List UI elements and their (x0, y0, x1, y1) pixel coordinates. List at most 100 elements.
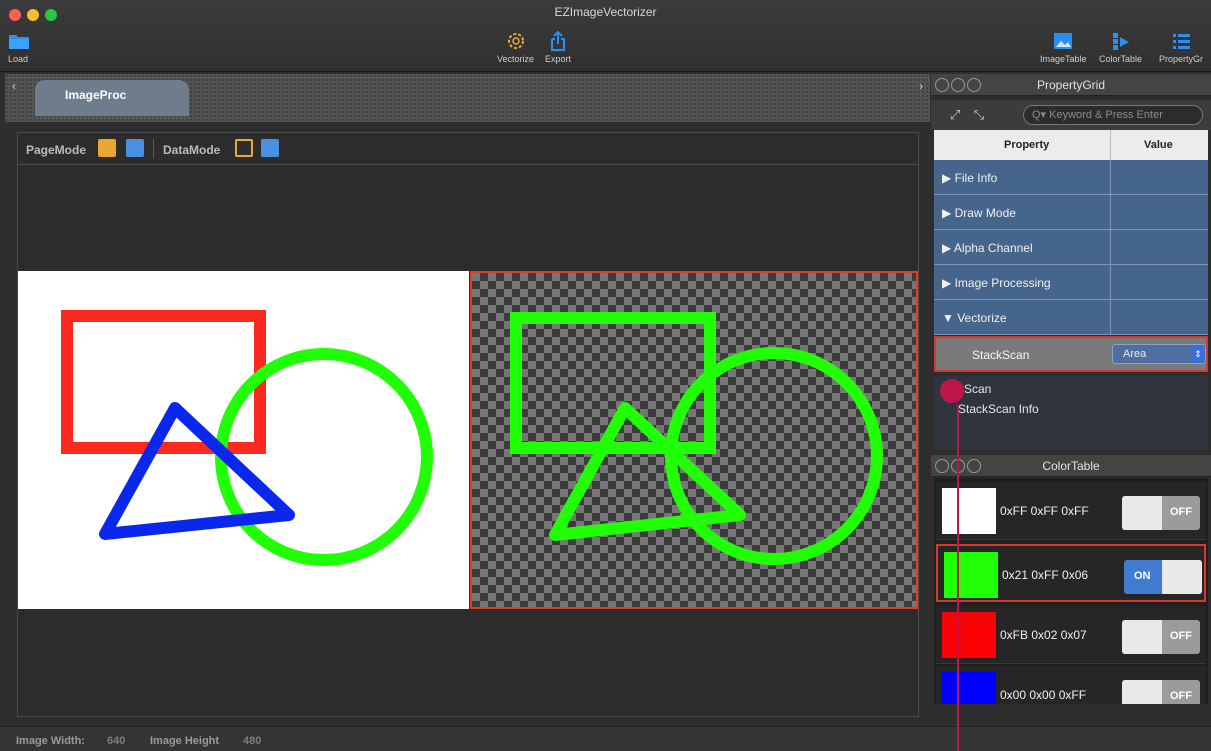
image-icon (1054, 33, 1073, 49)
toggle-knob (1122, 680, 1162, 704)
color-swatch (942, 612, 996, 658)
property-row-label: ▼ Vectorize (942, 311, 1007, 325)
property-row-label: ▶ Alpha Channel (942, 241, 1033, 255)
window-title: EZImageVectorizer (554, 5, 657, 19)
tab-scroll-left-button[interactable]: ‹ (7, 76, 21, 96)
chevron-updown-icon: ⇕ (1191, 345, 1205, 363)
share-icon (551, 30, 565, 51)
property-row-file-info[interactable]: ▶ File Info (934, 160, 1208, 195)
propertygrid-label: PropertyGr (1159, 54, 1204, 64)
toggle-knob (1162, 560, 1202, 594)
color-hex-label: 0x00 0x00 0xFF (1000, 688, 1087, 702)
image-height-label: Image Height (150, 735, 220, 747)
export-label: Export (545, 54, 572, 64)
vectorized-shapes (510, 312, 883, 565)
color-row-white[interactable]: 0xFF 0xFF 0xFF OFF (936, 482, 1206, 540)
color-hex-label: 0xFB 0x02 0x07 (1000, 628, 1087, 642)
imagetable-button[interactable]: ImageTable (1040, 30, 1087, 64)
original-shapes (61, 310, 433, 566)
app-window: EZImageVectorizer Load Vectorize Export … (0, 0, 1211, 751)
tab-scroll-right-button[interactable]: › (914, 76, 928, 96)
color-swatch (942, 488, 996, 534)
color-swatch (944, 552, 998, 598)
vector-data-icon[interactable] (261, 139, 279, 157)
mode-divider (153, 139, 154, 159)
expand-all-icon[interactable]: ⤢ (947, 107, 963, 123)
toggle-knob (1122, 620, 1162, 654)
page-mode-label: PageMode (26, 143, 87, 157)
toggle-state: OFF (1170, 690, 1192, 702)
toggle-state: OFF (1170, 506, 1192, 518)
imagetable-label: ImageTable (1040, 54, 1087, 64)
property-row-label: ▶ File Info (942, 171, 998, 185)
colortable-panel-header: ColorTable (931, 455, 1211, 477)
stackscan-value: Area (1123, 348, 1147, 360)
data-mode-label: DataMode (163, 143, 221, 157)
colortable-title: ColorTable (1042, 459, 1100, 473)
tab-imageproc[interactable]: ImageProc (35, 80, 189, 116)
collapse-all-icon[interactable]: ⤡ (971, 107, 987, 123)
vector-circle (665, 347, 883, 565)
header-divider (1110, 130, 1111, 160)
split-mode-icon[interactable] (126, 139, 144, 157)
property-search-input[interactable]: Q▾ Keyword & Press Enter (1023, 105, 1203, 125)
palette-icon (1112, 33, 1129, 50)
mode-bar: PageMode DataMode (18, 133, 918, 165)
propertygrid-panel-header: PropertyGrid (931, 74, 1211, 96)
vectorize-button[interactable]: Vectorize (497, 30, 534, 64)
row-divider (1110, 160, 1111, 195)
color-toggle[interactable]: OFF (1122, 620, 1200, 654)
panel-window-controls[interactable] (935, 78, 981, 92)
original-image (18, 271, 469, 609)
load-label: Load (8, 54, 29, 64)
color-table-list: 0xFF 0xFF 0xFF OFF 0x21 0xFF 0x06 ON 0xF… (934, 478, 1208, 704)
color-row-red[interactable]: 0xFB 0x02 0x07 OFF (936, 606, 1206, 664)
vectorize-label: Vectorize (497, 54, 535, 64)
property-row-stackscan[interactable]: StackScan Area ⇕ (934, 336, 1208, 372)
property-description: kScan StackScan Info (934, 376, 1208, 450)
color-row-blue[interactable]: 0x00 0x00 0xFF OFF (936, 666, 1206, 704)
row-divider (1110, 300, 1111, 335)
green-circle (215, 348, 433, 566)
toggle-knob (1122, 496, 1162, 530)
pointer-marker (940, 379, 964, 403)
property-row-vectorize[interactable]: ▼ Vectorize (934, 300, 1208, 335)
list-icon (1173, 34, 1190, 49)
portrait-mode-icon[interactable] (98, 139, 116, 157)
color-hex-label: 0x21 0xFF 0x06 (1002, 568, 1089, 582)
image-height-value: 480 (243, 735, 262, 747)
property-grid: Property Value ▶ File Info ▶ Draw Mode ▶… (934, 130, 1208, 374)
propertygrid-title: PropertyGrid (1036, 78, 1106, 92)
color-toggle[interactable]: OFF (1122, 496, 1200, 530)
property-row-label: ▶ Draw Mode (942, 206, 1016, 220)
export-button[interactable]: Export (545, 30, 571, 64)
toggle-state: ON (1134, 570, 1151, 582)
row-divider (1110, 195, 1111, 230)
title-bar: EZImageVectorizer Load Vectorize Export … (0, 0, 1211, 72)
color-hex-label: 0xFF 0xFF 0xFF (1000, 504, 1089, 518)
image-width-value: 640 (107, 735, 126, 747)
toggle-state: OFF (1170, 630, 1192, 642)
vectorized-image (470, 271, 918, 609)
color-swatch (942, 672, 996, 704)
gear-icon (507, 33, 524, 49)
load-button[interactable]: Load (8, 30, 30, 64)
color-toggle[interactable]: ON (1124, 560, 1202, 594)
colortable-label: ColorTable (1099, 54, 1143, 64)
colortable-button[interactable]: ColorTable (1099, 30, 1142, 64)
color-toggle[interactable]: OFF (1122, 680, 1200, 704)
status-bar: Image Width: 640 Image Height 480 (0, 726, 1211, 751)
folder-icon (9, 35, 29, 49)
search-placeholder: Keyword & Press Enter (1049, 109, 1163, 121)
image-data-icon[interactable] (235, 139, 253, 157)
row-divider (1110, 265, 1111, 300)
tab-strip: ‹ ImageProc › (5, 74, 930, 122)
propertygrid-toolbar: ⤢ ⤡ Q▾ Keyword & Press Enter (931, 100, 1211, 130)
search-icon: Q▾ (1032, 109, 1050, 121)
color-row-green[interactable]: 0x21 0xFF 0x06 ON (936, 544, 1206, 602)
property-row-alpha-channel[interactable]: ▶ Alpha Channel (934, 230, 1208, 265)
stackscan-select[interactable]: Area ⇕ (1112, 344, 1206, 364)
propertygrid-button[interactable]: PropertyGr (1159, 30, 1203, 64)
property-row-draw-mode[interactable]: ▶ Draw Mode (934, 195, 1208, 230)
property-row-image-processing[interactable]: ▶ Image Processing (934, 265, 1208, 300)
